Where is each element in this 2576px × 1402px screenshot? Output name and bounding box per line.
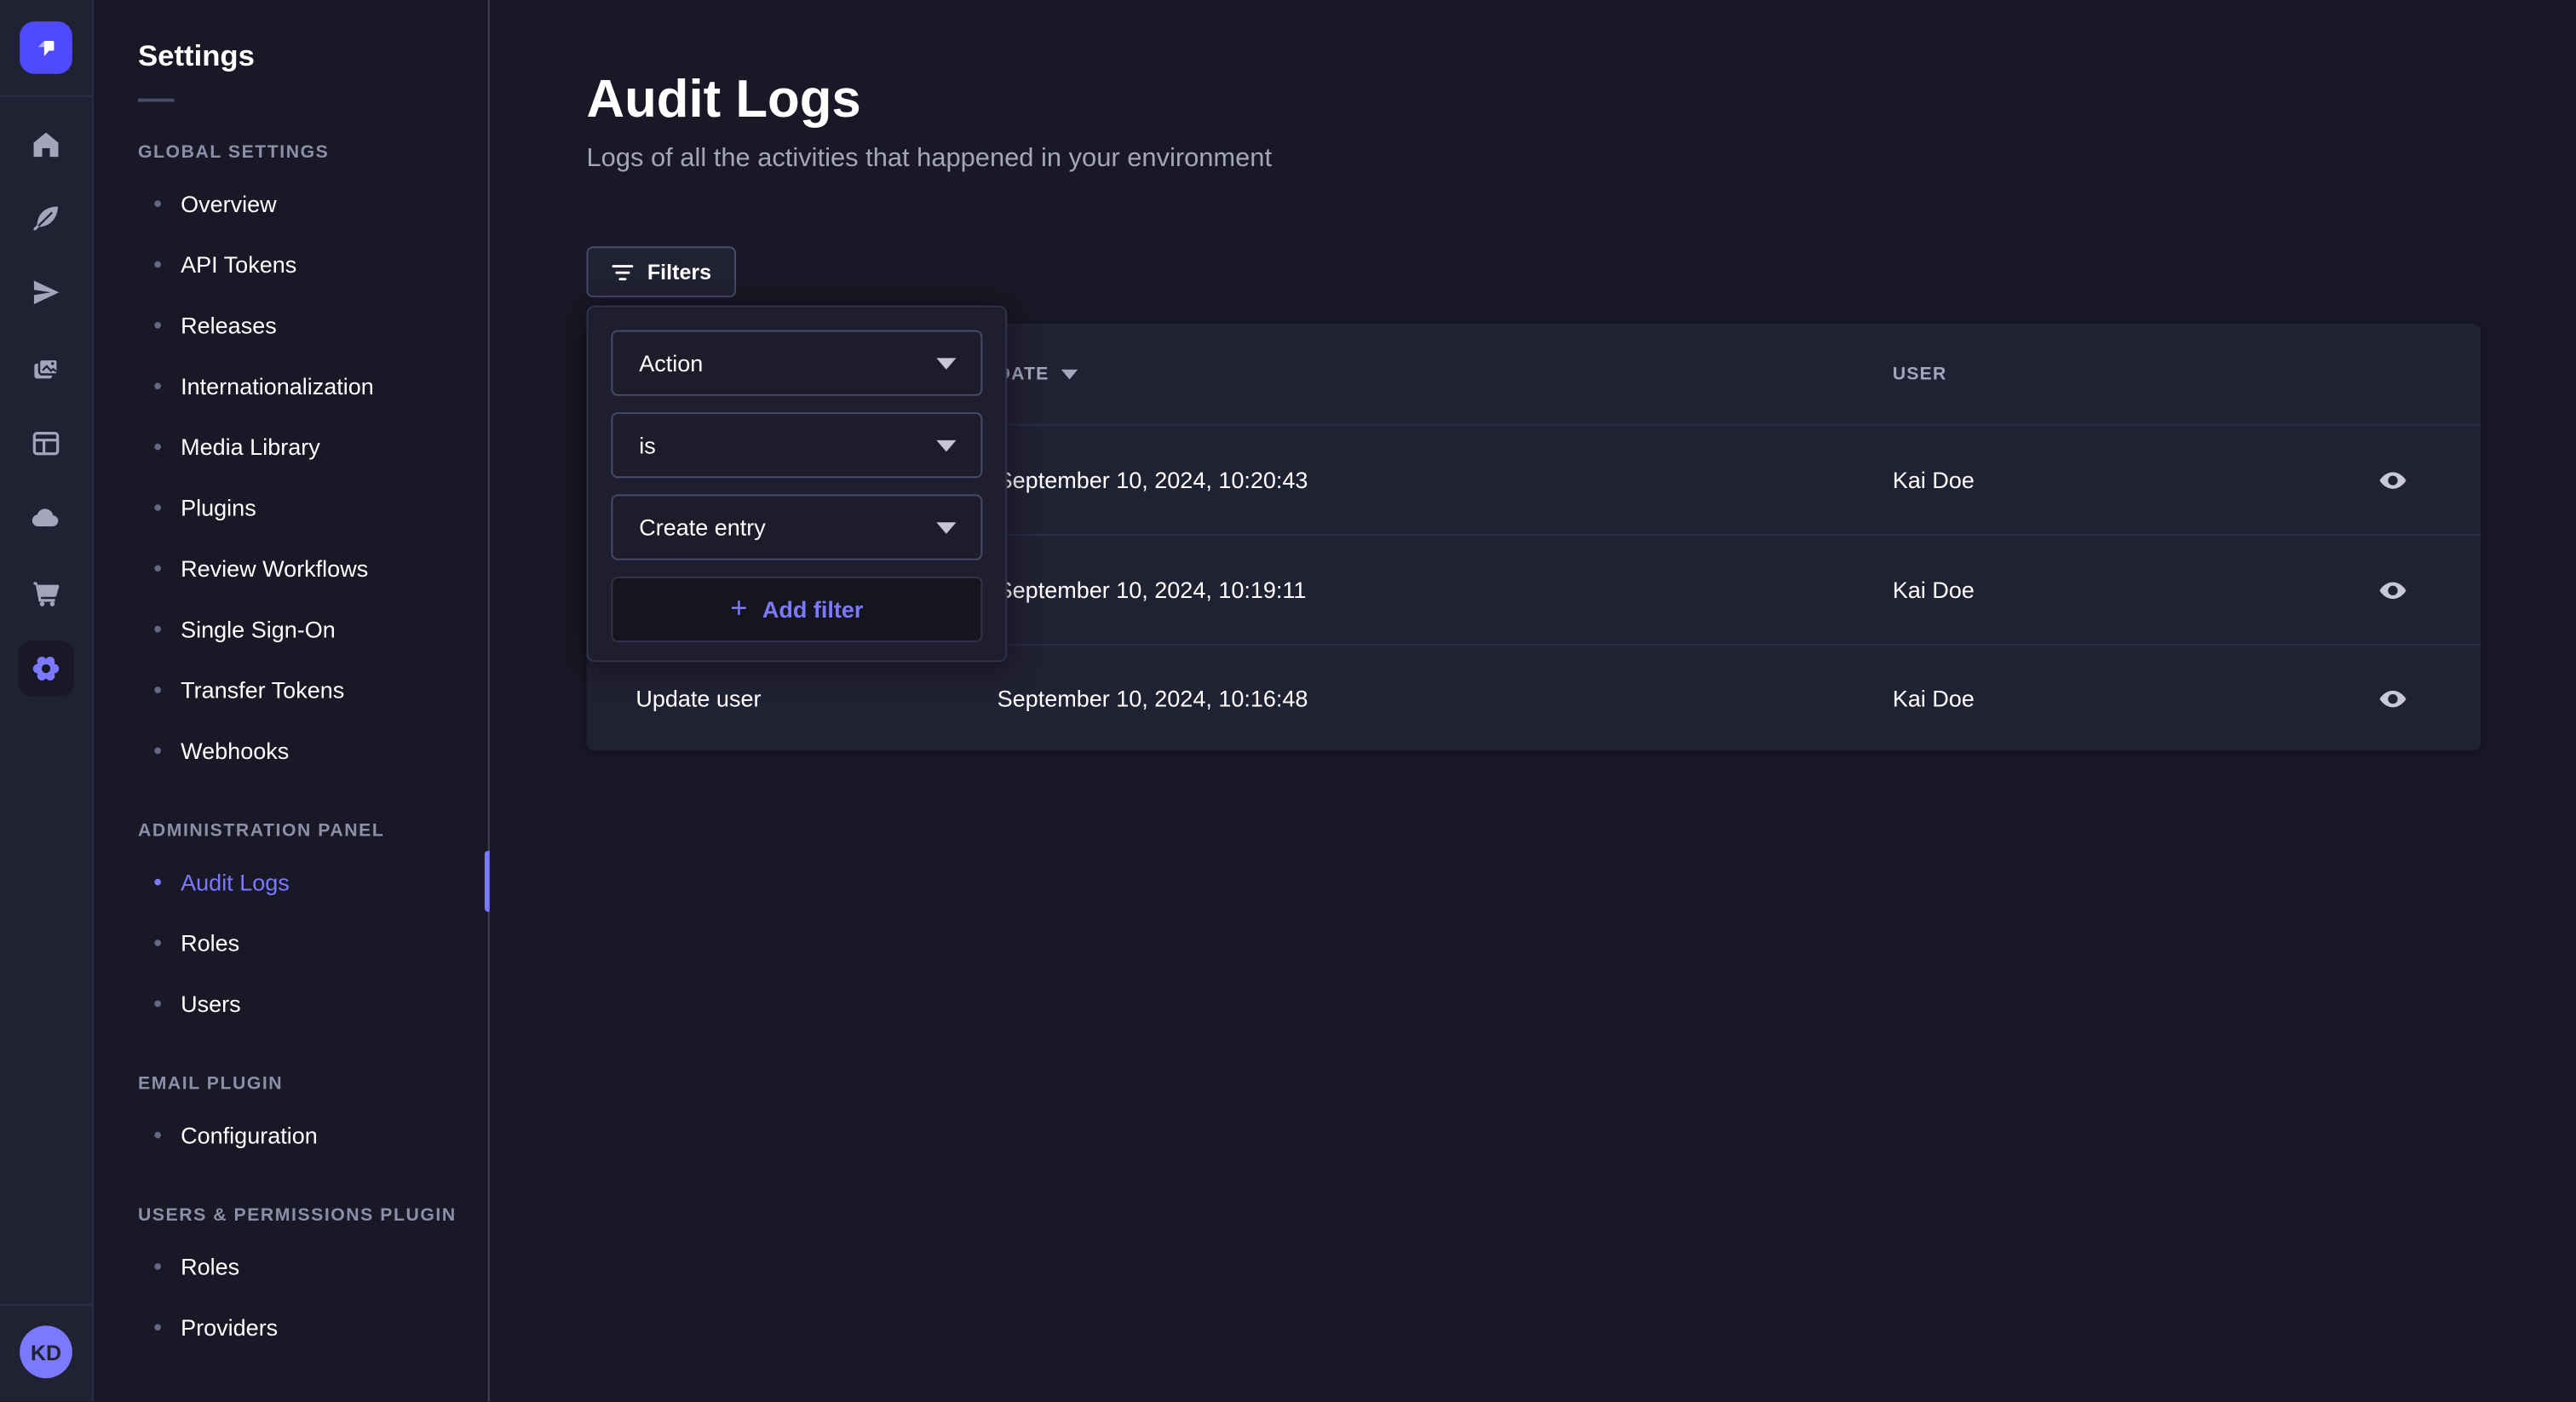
eye-icon — [2377, 682, 2408, 714]
bullet-icon — [154, 1131, 161, 1138]
cell-user: Kai Doe — [1893, 577, 1975, 603]
filter-field-select[interactable]: Action — [611, 330, 982, 396]
layout-icon[interactable] — [18, 416, 74, 472]
view-details-button[interactable] — [2369, 457, 2415, 503]
subnav-item-plugins[interactable]: Plugins — [94, 476, 488, 537]
page-subtitle: Logs of all the activities that happened… — [587, 145, 1273, 175]
send-icon[interactable] — [18, 265, 74, 321]
active-indicator — [485, 851, 490, 911]
email-plugin-list: Configuration — [94, 1104, 488, 1164]
bullet-icon — [154, 503, 161, 510]
page-title: Audit Logs — [587, 69, 861, 129]
cell-user: Kai Doe — [1893, 467, 1975, 493]
section-label-users-permissions-plugin: USERS & PERMISSIONS PLUGIN — [138, 1206, 488, 1226]
bullet-icon — [154, 443, 161, 450]
filters-popover: Action is Create entry + Add filter — [587, 306, 1008, 663]
filter-value-select[interactable]: Create entry — [611, 495, 982, 560]
bullet-icon — [154, 321, 161, 328]
add-filter-label: Add filter — [762, 596, 864, 623]
chevron-down-icon — [936, 521, 956, 533]
bullet-icon — [154, 1262, 161, 1269]
subnav-item-transfer-tokens[interactable]: Transfer Tokens — [94, 658, 488, 719]
cell-date: September 10, 2024, 10:16:48 — [998, 685, 1308, 711]
administration-panel-list: Audit Logs Roles Users — [94, 851, 488, 1033]
view-details-button[interactable] — [2369, 675, 2415, 721]
subnav-item-up-roles[interactable]: Roles — [94, 1235, 488, 1296]
column-header-user: USER — [1893, 364, 1947, 383]
bullet-icon — [154, 747, 161, 754]
bullet-icon — [154, 382, 161, 388]
section-label-email-plugin: EMAIL PLUGIN — [138, 1074, 488, 1094]
filter-operator-select[interactable]: is — [611, 412, 982, 478]
view-details-button[interactable] — [2369, 566, 2415, 612]
bullet-icon — [154, 878, 161, 885]
home-icon[interactable] — [18, 117, 74, 173]
app-window: KD Settings GLOBAL SETTINGS Overview API… — [0, 0, 2576, 1401]
global-settings-list: Overview API Tokens Releases Internation… — [94, 173, 488, 781]
subnav-title: Settings — [138, 39, 488, 74]
subnav-title-rule — [138, 99, 174, 102]
rail-divider — [0, 1304, 94, 1306]
filters-button[interactable]: Filters — [587, 246, 737, 297]
subnav-item-admin-users[interactable]: Users — [94, 973, 488, 1033]
cell-date: September 10, 2024, 10:19:11 — [998, 577, 1307, 603]
cell-user: Kai Doe — [1893, 685, 1975, 711]
bullet-icon — [154, 686, 161, 692]
cloud-icon[interactable] — [18, 490, 74, 546]
feather-icon[interactable] — [18, 191, 74, 247]
subnav-item-admin-roles[interactable]: Roles — [94, 911, 488, 972]
filter-icon — [611, 262, 634, 282]
settings-subnav: Settings GLOBAL SETTINGS Overview API To… — [94, 0, 490, 1401]
media-library-icon[interactable] — [18, 342, 74, 398]
subnav-item-up-providers[interactable]: Providers — [94, 1296, 488, 1357]
sort-desc-icon[interactable] — [1061, 369, 1077, 379]
users-permissions-list: Roles Providers — [94, 1235, 488, 1357]
bullet-icon — [154, 199, 161, 206]
subnav-item-media-library[interactable]: Media Library — [94, 416, 488, 476]
bullet-icon — [154, 625, 161, 632]
subnav-item-single-sign-on[interactable]: Single Sign-On — [94, 598, 488, 658]
filters-button-label: Filters — [647, 260, 711, 284]
rail-divider — [0, 95, 94, 97]
eye-icon — [2377, 574, 2408, 606]
user-avatar[interactable]: KD — [20, 1325, 72, 1378]
subnav-item-api-tokens[interactable]: API Tokens — [94, 233, 488, 294]
strapi-logo[interactable] — [20, 21, 72, 74]
cart-icon[interactable] — [18, 565, 74, 621]
subnav-item-webhooks[interactable]: Webhooks — [94, 720, 488, 780]
column-header-date[interactable]: DATE — [998, 364, 1078, 383]
bullet-icon — [154, 1000, 161, 1007]
chevron-down-icon — [936, 440, 956, 451]
bullet-icon — [154, 564, 161, 571]
subnav-item-releases[interactable]: Releases — [94, 294, 488, 354]
bullet-icon — [154, 939, 161, 945]
section-label-administration-panel: ADMINISTRATION PANEL — [138, 821, 488, 841]
strapi-logo-icon — [32, 33, 61, 63]
bullet-icon — [154, 1323, 161, 1330]
main-content: Audit Logs Logs of all the activities th… — [490, 0, 2576, 1401]
chevron-down-icon — [936, 357, 956, 369]
cell-date: September 10, 2024, 10:20:43 — [998, 467, 1308, 493]
eye-icon — [2377, 464, 2408, 496]
subnav-item-audit-logs[interactable]: Audit Logs — [94, 851, 488, 911]
subnav-item-review-workflows[interactable]: Review Workflows — [94, 537, 488, 598]
subnav-item-overview[interactable]: Overview — [94, 173, 488, 233]
section-label-global-settings: GLOBAL SETTINGS — [138, 143, 488, 163]
plus-icon: + — [730, 593, 747, 623]
bullet-icon — [154, 261, 161, 267]
add-filter-button[interactable]: + Add filter — [611, 577, 982, 642]
subnav-item-internationalization[interactable]: Internationalization — [94, 355, 488, 416]
cell-action: Update user — [635, 685, 761, 711]
subnav-item-email-configuration[interactable]: Configuration — [94, 1104, 488, 1164]
main-nav-rail: KD — [0, 0, 94, 1401]
gear-icon[interactable] — [18, 641, 74, 697]
